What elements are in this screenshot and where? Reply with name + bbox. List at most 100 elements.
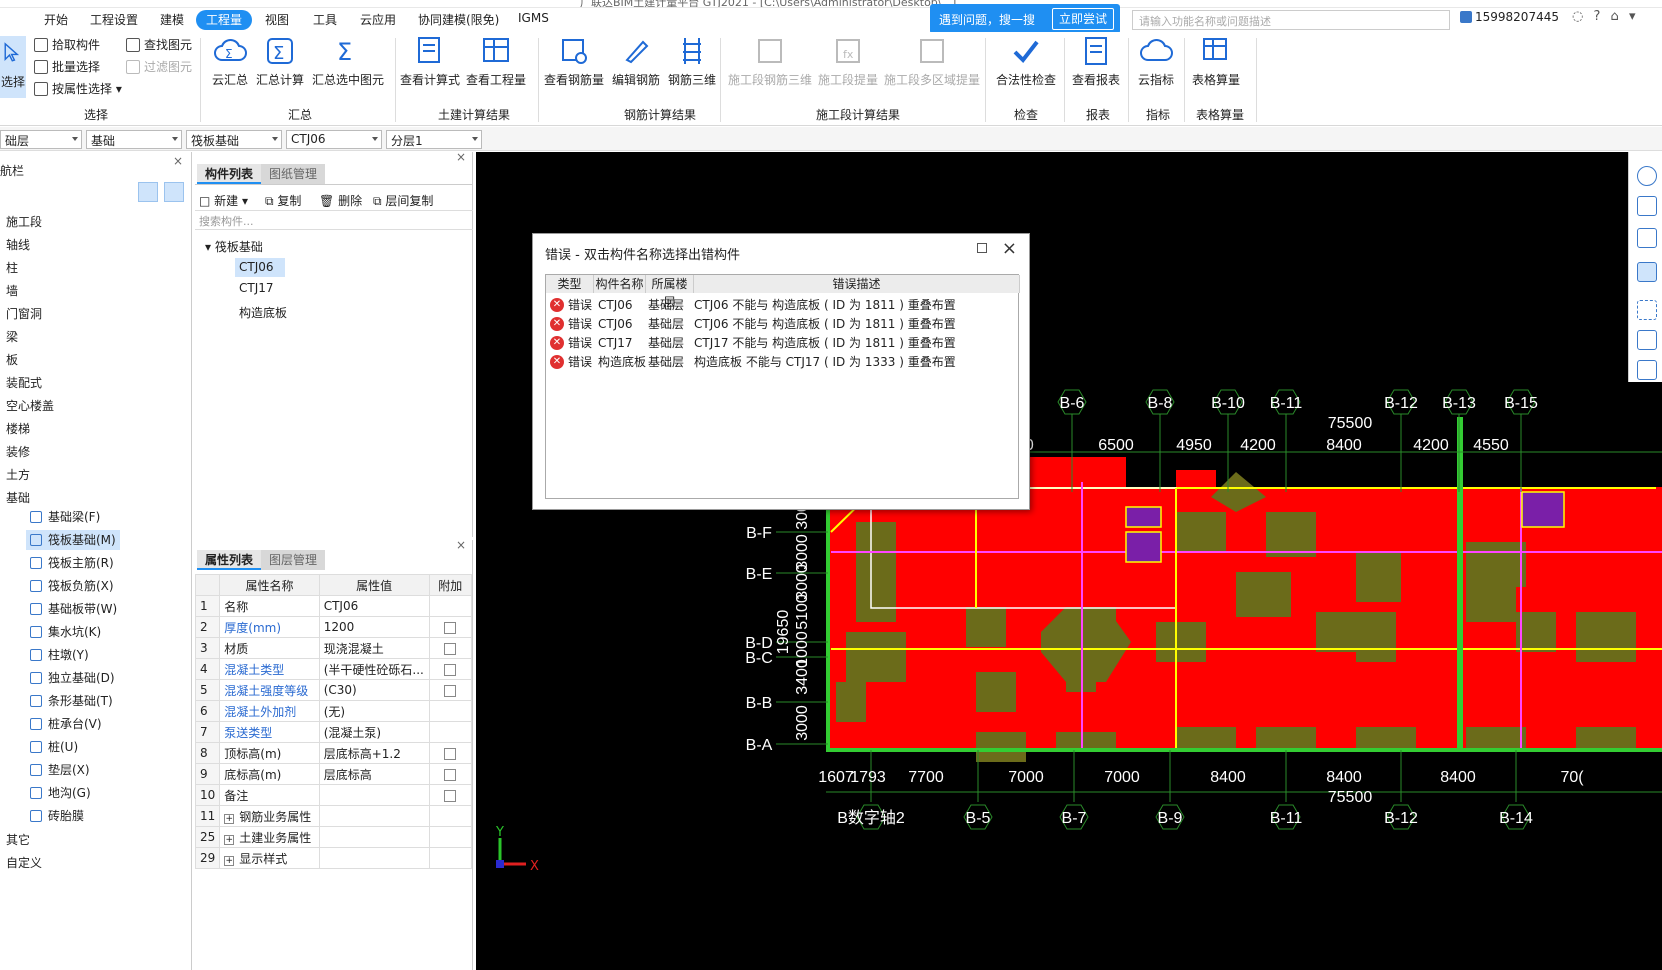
property-row[interactable]: 11 + 钢筋业务属性 — [194, 805, 473, 827]
property-value[interactable]: 层底标高+1.2 — [318, 742, 430, 764]
menu-igms[interactable]: IGMS — [518, 11, 549, 25]
error-row[interactable]: ✕ 错误 CTJ06 基础层 CTJ06 不能与 构造底板 ( ID 为 1811 ) … — [546, 295, 1020, 315]
view-quantity-button[interactable]: 查看工程量 — [466, 34, 526, 88]
filter-element-button[interactable]: 过滤图元 — [126, 58, 192, 75]
stage-quantity-button[interactable]: fx 施工段提量 — [818, 34, 878, 88]
select-button[interactable]: 选择 — [0, 36, 26, 98]
nav-sub-trench[interactable]: 地沟(G) — [26, 783, 95, 803]
new-button[interactable]: □ 新建 ▾ — [199, 192, 248, 209]
menu-collab[interactable]: 协同建模(限免) — [418, 11, 499, 28]
close-icon[interactable]: × — [456, 538, 466, 552]
rebar-3d-button[interactable]: 钢筋三维 — [668, 34, 716, 88]
nav-item-axis[interactable]: 轴线 — [6, 236, 30, 253]
menu-view[interactable]: 视图 — [265, 11, 289, 28]
property-row[interactable]: 25 + 土建业务属性 — [194, 826, 473, 848]
nav-sub-raft-foundation[interactable]: 筏板基础(M) — [26, 530, 120, 550]
property-value[interactable]: CTJ06 — [318, 595, 430, 617]
menu-modeling[interactable]: 建模 — [160, 11, 184, 28]
maximize-icon[interactable] — [977, 243, 987, 253]
copy-button[interactable]: ⧉ 复制 — [265, 192, 301, 209]
property-row[interactable]: 6 混凝土外加剂 (无) — [194, 700, 473, 722]
type-select[interactable]: 筏板基础 — [186, 130, 282, 149]
attach-checkbox[interactable] — [444, 621, 457, 634]
nav-item-slab[interactable]: 板 — [6, 351, 18, 368]
menu-tools[interactable]: 工具 — [313, 11, 337, 28]
pick-component-button[interactable]: 拾取构件 — [34, 36, 100, 53]
nav-sub-slab-strip[interactable]: 基础板带(W) — [26, 599, 121, 619]
stage-multi-area-button[interactable]: 施工段多区域提量 — [884, 34, 980, 88]
tab-component-list[interactable]: 构件列表 — [197, 164, 262, 184]
nav-item-earthwork[interactable]: 土方 — [6, 466, 30, 483]
property-row[interactable]: 4 混凝土类型 (半干硬性砼砾石... — [194, 658, 473, 680]
sublayer-select[interactable]: 分层1 — [386, 130, 482, 149]
property-value[interactable] — [318, 847, 430, 869]
property-row[interactable]: 10 备注 — [194, 784, 473, 806]
property-extra[interactable] — [428, 784, 473, 806]
view-cube-icon[interactable] — [1637, 228, 1657, 248]
error-component[interactable]: CTJ06 — [598, 295, 633, 315]
fullscreen-icon[interactable] — [1637, 300, 1657, 320]
tree-item-ctj17[interactable]: CTJ17 — [239, 281, 274, 295]
nav-item-other[interactable]: 其它 — [6, 831, 30, 848]
property-row[interactable]: 29 + 显示样式 — [194, 847, 473, 869]
attach-checkbox[interactable] — [444, 642, 457, 655]
stage-rebar-3d-button[interactable]: 施工段钢筋三维 — [728, 34, 812, 88]
nav-item-opening[interactable]: 门窗洞 — [6, 305, 42, 322]
batch-select-button[interactable]: 批量选择 — [34, 58, 100, 75]
tab-drawing-manage[interactable]: 图纸管理 — [261, 164, 326, 184]
property-row[interactable]: 1 名称 CTJ06 — [194, 595, 473, 617]
summary-calc-button[interactable]: Σ 汇总计算 — [256, 34, 304, 88]
nav-item-hollow-floor[interactable]: 空心楼盖 — [6, 397, 54, 414]
property-extra[interactable] — [428, 847, 473, 869]
function-search-input[interactable]: 请输入功能名称或问题描述 — [1132, 10, 1450, 30]
nav-sub-isolated[interactable]: 独立基础(D) — [26, 668, 119, 688]
property-extra[interactable] — [428, 700, 473, 722]
edit-rebar-button[interactable]: 编辑钢筋 — [612, 34, 660, 88]
nav-item-custom[interactable]: 自定义 — [6, 854, 42, 871]
expand-icon[interactable]: + — [224, 834, 235, 845]
list-settings-icon[interactable] — [1637, 360, 1657, 380]
nav-sub-pier[interactable]: 柱墩(Y) — [26, 645, 93, 665]
nav-item-foundation[interactable]: 基础 — [6, 489, 30, 506]
summary-selected-button[interactable]: Σ 汇总选中图元 — [312, 34, 384, 88]
component-select[interactable]: CTJ06 — [286, 130, 382, 149]
nav-item-wall[interactable]: 墙 — [6, 282, 18, 299]
property-value[interactable] — [318, 826, 430, 848]
attach-checkbox[interactable] — [444, 789, 457, 802]
orbit-icon[interactable] — [1637, 166, 1657, 186]
nav-sub-brick-mold[interactable]: 砖胎膜 — [26, 806, 88, 826]
property-row[interactable]: 5 混凝土强度等级 (C30) — [194, 679, 473, 701]
menu-cloud[interactable]: 云应用 — [360, 11, 396, 28]
property-value[interactable] — [318, 784, 430, 806]
property-extra[interactable] — [428, 658, 473, 680]
view-report-button[interactable]: 查看报表 — [1072, 34, 1120, 88]
nav-sub-sump[interactable]: 集水坑(K) — [26, 622, 105, 642]
more-icon[interactable]: ▾ — [1629, 9, 1636, 24]
tree-root[interactable]: ▾ 筏板基础 — [205, 238, 263, 255]
property-row[interactable]: 9 底标高(m) 层底标高 — [194, 763, 473, 785]
list-view-icon[interactable] — [138, 182, 158, 202]
cloud-index-button[interactable]: 云指标 — [1138, 34, 1174, 88]
error-row[interactable]: ✕ 错误 CTJ17 基础层 CTJ17 不能与 构造底板 ( ID 为 1811 ) … — [546, 333, 1020, 353]
category-select[interactable]: 基础 — [86, 130, 182, 149]
property-extra[interactable] — [428, 616, 473, 638]
nav-item-beam[interactable]: 梁 — [6, 328, 18, 345]
attach-checkbox[interactable] — [444, 768, 457, 781]
property-row[interactable]: 3 材质 现浇混凝土 — [194, 637, 473, 659]
validity-check-button[interactable]: 合法性检查 — [996, 34, 1056, 88]
help-icon[interactable]: ? — [1593, 9, 1600, 24]
expand-icon[interactable]: + — [224, 813, 235, 824]
find-element-button[interactable]: 查找图元 — [126, 36, 192, 53]
attach-checkbox[interactable] — [444, 663, 457, 676]
close-icon[interactable]: × — [456, 150, 466, 164]
close-icon[interactable]: × — [1002, 238, 1017, 259]
menu-quantity[interactable]: 工程量 — [196, 10, 253, 30]
nav-sub-raft-neg-rebar[interactable]: 筏板负筋(X) — [26, 576, 118, 596]
property-value[interactable]: (无) — [318, 700, 430, 722]
cloud-summary-button[interactable]: Σ 云汇总 — [212, 34, 248, 88]
property-extra[interactable] — [428, 721, 473, 743]
nav-sub-pile-cap[interactable]: 桩承台(V) — [26, 714, 106, 734]
property-value[interactable]: (混凝土泵) — [318, 721, 430, 743]
property-value[interactable]: 层底标高 — [318, 763, 430, 785]
view-rebar-button[interactable]: 查看钢筋量 — [544, 34, 604, 88]
